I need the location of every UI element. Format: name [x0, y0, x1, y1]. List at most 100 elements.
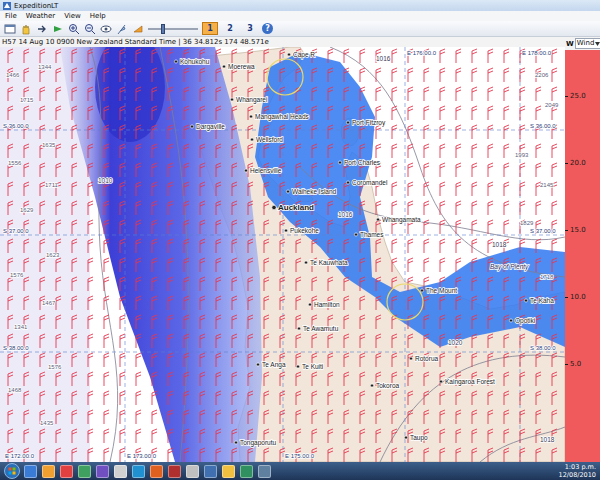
- place[interactable]: Te Kauwhata: [304, 259, 348, 266]
- place[interactable]: The Mount: [420, 287, 457, 294]
- place-marker-icon: [296, 365, 299, 368]
- depth-label: 2145: [540, 182, 554, 188]
- place-marker-icon: [286, 190, 289, 193]
- latitude-label: S 37.00.0: [3, 228, 29, 234]
- layer-dropdown[interactable]: Wind: [575, 38, 600, 49]
- isobar-label: 1016: [338, 211, 353, 218]
- scale-label: 15.0: [565, 226, 600, 235]
- help-button[interactable]: ?: [262, 23, 273, 34]
- place[interactable]: Port Charles: [338, 159, 380, 166]
- place-label: Pukekohe: [290, 227, 319, 234]
- place-label: Dargaville: [196, 123, 225, 131]
- scale-label: 5.0: [565, 360, 600, 369]
- place[interactable]: Auckland: [272, 203, 314, 212]
- taskbar-app-icon[interactable]: [186, 465, 199, 478]
- weather-map[interactable]: 1466134417151635155617111629162315761467…: [0, 47, 565, 462]
- place-marker-icon: [297, 327, 300, 330]
- place[interactable]: Mangawhai Heads: [249, 113, 309, 121]
- play-icon[interactable]: [52, 23, 64, 35]
- taskbar-app-icon[interactable]: [96, 465, 109, 478]
- hand-icon[interactable]: [20, 23, 32, 35]
- taskbar-app-icon[interactable]: [24, 465, 37, 478]
- taskbar-app-icon[interactable]: [258, 465, 271, 478]
- place[interactable]: Coromandel: [346, 179, 388, 186]
- taskbar-app-icon[interactable]: [60, 465, 73, 478]
- menu-bar: File Weather View Help: [0, 11, 600, 21]
- waypoint-ring[interactable]: [267, 59, 303, 95]
- rain-area: [255, 52, 565, 347]
- menu-item[interactable]: Weather: [26, 12, 55, 20]
- depth-label: 1344: [38, 64, 52, 70]
- place[interactable]: Hamilton: [308, 301, 340, 308]
- place[interactable]: Opotiki: [509, 317, 535, 325]
- page-button[interactable]: 2: [222, 22, 238, 35]
- isobar-label: 1016: [376, 55, 391, 62]
- taskbar-app-icon[interactable]: [204, 465, 217, 478]
- place[interactable]: Te Kaha: [524, 297, 554, 304]
- taskbar-app-icon[interactable]: [78, 465, 91, 478]
- place[interactable]: Wellsford: [250, 136, 283, 143]
- isobar-label: 1020: [448, 339, 463, 346]
- place-label: The Mount: [426, 287, 457, 294]
- place[interactable]: Helensville: [244, 167, 281, 174]
- place[interactable]: Kohukohu: [174, 58, 209, 65]
- menu-item[interactable]: File: [5, 12, 17, 20]
- place[interactable]: Te Anga: [256, 361, 285, 369]
- waypoint-ring[interactable]: [387, 284, 423, 320]
- place-marker-icon: [420, 289, 423, 292]
- depth-label: 1711: [45, 182, 59, 188]
- taskbar-app-icon[interactable]: [114, 465, 127, 478]
- taskbar-app-icon[interactable]: [222, 465, 235, 478]
- window-title: ExpeditionLT: [14, 2, 58, 10]
- place-label: Mangawhai Heads: [255, 113, 310, 121]
- place[interactable]: Whangarei: [230, 96, 267, 104]
- place-marker-icon: [230, 98, 233, 101]
- place[interactable]: Waiheke Island: [286, 188, 336, 195]
- page-button[interactable]: 1: [202, 22, 218, 35]
- taskbar-app-icon[interactable]: [240, 465, 253, 478]
- sound-icon[interactable]: [132, 23, 144, 35]
- taskbar-app-icon[interactable]: [42, 465, 55, 478]
- arrow-right-icon[interactable]: [36, 23, 48, 35]
- place[interactable]: Kaingaroa Forest: [439, 378, 495, 386]
- window-icon[interactable]: [4, 23, 16, 35]
- depth-label: 1829: [520, 220, 534, 226]
- taskbar-app-icon[interactable]: [150, 465, 163, 478]
- place-marker-icon: [376, 218, 379, 221]
- place-label: Whangarei: [236, 96, 267, 104]
- place[interactable]: Te Kuiti: [296, 363, 323, 370]
- clock: 1:03 p.m.12/08/2010: [559, 463, 596, 479]
- place[interactable]: Rotorua: [409, 355, 438, 362]
- start-button-icon[interactable]: [4, 463, 20, 479]
- time-slider[interactable]: [148, 23, 198, 35]
- taskbar-app-icon[interactable]: [132, 465, 145, 478]
- taskbar-app-icon[interactable]: [168, 465, 181, 478]
- place[interactable]: Dargaville: [190, 123, 225, 131]
- place[interactable]: Tongaporutu: [234, 439, 276, 447]
- menu-item[interactable]: View: [64, 12, 81, 20]
- place[interactable]: Thames: [354, 231, 384, 238]
- grid-line: [405, 47, 406, 462]
- place-marker-icon: [354, 233, 357, 236]
- place-marker-icon: [346, 181, 349, 184]
- slider-thumb[interactable]: [161, 24, 165, 34]
- place-marker-icon: [409, 357, 412, 360]
- place[interactable]: Taupo: [404, 434, 428, 442]
- feather-icon[interactable]: [116, 23, 128, 35]
- place[interactable]: Te Awamutu: [297, 325, 338, 332]
- place[interactable]: Cape R: [287, 51, 315, 59]
- depth-label: 1718: [540, 274, 554, 280]
- place[interactable]: Moerewa: [222, 63, 255, 70]
- place[interactable]: Bay of Plenty: [490, 263, 529, 271]
- eye-icon[interactable]: [100, 23, 112, 35]
- place[interactable]: Whangamata: [376, 216, 421, 224]
- toolbar: 123?: [0, 21, 600, 37]
- zoom-in-icon[interactable]: [68, 23, 80, 35]
- zoom-out-icon[interactable]: [84, 23, 96, 35]
- place[interactable]: Pukekohe: [284, 227, 319, 234]
- place-marker-icon: [346, 121, 349, 124]
- page-button[interactable]: 3: [242, 22, 258, 35]
- place[interactable]: Port Fitzroy: [346, 119, 386, 127]
- menu-item[interactable]: Help: [90, 12, 106, 20]
- place[interactable]: Tokoroa: [370, 382, 399, 389]
